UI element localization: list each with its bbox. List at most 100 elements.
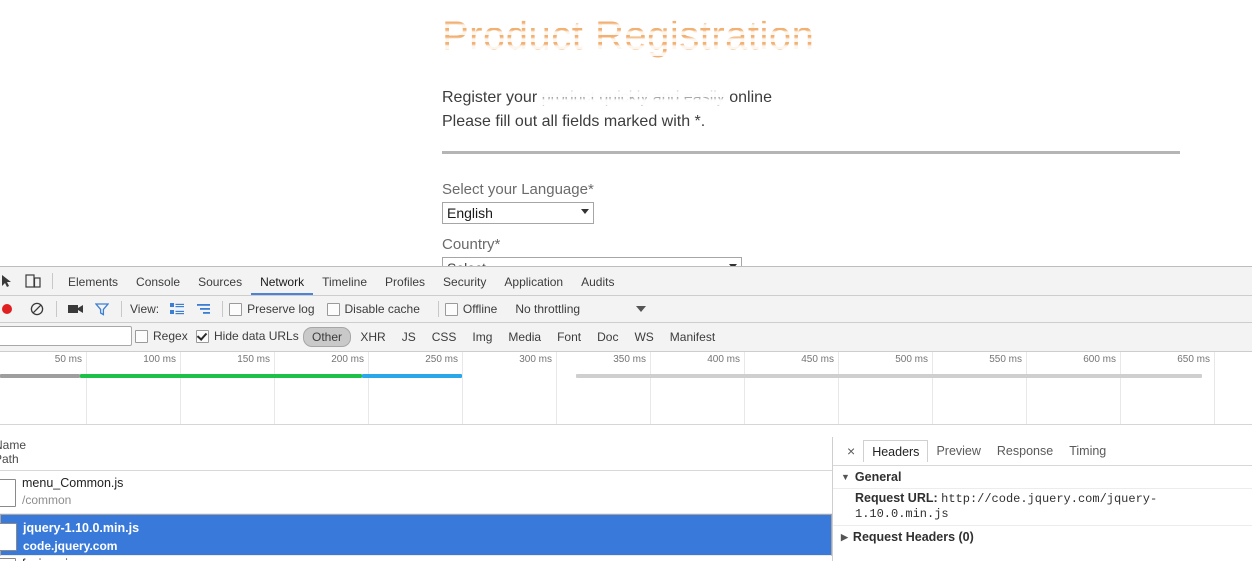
filter-type-css[interactable]: CSS (424, 328, 465, 346)
triangle-right-icon: ▶ (841, 531, 848, 542)
view-large-rows-icon[interactable] (164, 296, 190, 322)
requests-pane: Name Path menu_Common.js /common jquery-… (0, 437, 833, 561)
language-select[interactable]: English (442, 202, 594, 224)
regex-toggle[interactable]: Regex (135, 329, 188, 343)
filter-input[interactable] (0, 326, 132, 346)
checkbox-icon (196, 329, 209, 343)
file-icon (0, 523, 17, 551)
request-name: jquery-1.10.0.min.js (23, 521, 140, 535)
tab-console[interactable]: Console (127, 268, 189, 295)
details-tab-headers[interactable]: Headers (863, 440, 929, 462)
tab-security[interactable]: Security (434, 268, 495, 295)
filter-type-other[interactable]: Other (303, 327, 352, 347)
checkbox-icon (229, 302, 243, 316)
timeline-gridline (1120, 352, 1121, 424)
network-overview-timeline[interactable]: 50 ms 100 ms 150 ms 200 ms 250 ms 300 ms 350 m… (0, 352, 1252, 425)
column-header-name[interactable]: Name (0, 438, 26, 452)
device-toolbar-icon[interactable] (20, 268, 46, 294)
timeline-ruler: 50 ms 100 ms 150 ms 200 ms 250 ms 300 ms 350 m… (0, 352, 1252, 424)
subtitle-faded: product quickly and easily (541, 89, 725, 106)
tab-elements[interactable]: Elements (59, 268, 127, 295)
filter-type-img[interactable]: Img (464, 328, 500, 346)
close-icon[interactable]: × (839, 444, 863, 458)
language-select-value: English (447, 205, 493, 221)
disable-cache-toggle[interactable]: Disable cache (326, 302, 420, 316)
tab-audits[interactable]: Audits (572, 268, 623, 295)
request-name: favicon.ico (22, 557, 81, 561)
timeline-gridline (1214, 352, 1215, 424)
preserve-log-toggle[interactable]: Preserve log (229, 302, 315, 316)
request-bar-stalled (0, 374, 81, 378)
timeline-gridline (462, 352, 463, 424)
hide-data-urls-toggle[interactable]: Hide data URLs (196, 329, 299, 343)
timeline-bars (0, 374, 1252, 384)
tab-timeline[interactable]: Timeline (313, 268, 376, 295)
web-page-content: Product Registration Register your produ… (0, 0, 1252, 268)
request-headers-label: Request Headers (0) (852, 530, 974, 544)
timeline-gridline (180, 352, 181, 424)
timeline-gridline (1026, 352, 1027, 424)
details-tab-preview[interactable]: Preview (928, 442, 988, 460)
timeline-gridline (650, 352, 651, 424)
filter-type-xhr[interactable]: XHR (352, 328, 393, 346)
timeline-tick-label: 150 ms (237, 354, 270, 365)
page-subtitle: Register your product quickly and easily… (442, 89, 772, 107)
requests-header: Name Path (0, 437, 832, 471)
timeline-tick-label: 450 ms (801, 354, 834, 365)
network-body: Name Path menu_Common.js /common jquery-… (0, 437, 1252, 561)
checkbox-icon (326, 302, 340, 316)
tab-network[interactable]: Network (251, 268, 313, 295)
language-field-label: Select your Language* (442, 181, 594, 198)
page-title: Product Registration (442, 14, 815, 58)
inspect-cursor-icon[interactable] (0, 268, 20, 294)
general-label: General (854, 470, 902, 484)
offline-label: Offline (462, 302, 498, 316)
tab-application[interactable]: Application (495, 268, 572, 295)
table-row[interactable]: favicon.ico (0, 556, 832, 561)
details-tab-response[interactable]: Response (989, 442, 1061, 460)
checkbox-icon (135, 329, 148, 343)
network-toolbar: View: Preserve log Disable cache Offline (0, 296, 1252, 323)
hide-data-urls-label: Hide data URLs (214, 329, 299, 343)
request-bar-receiving (361, 374, 462, 378)
timeline-gridline (932, 352, 933, 424)
view-waterfall-icon[interactable] (190, 296, 216, 322)
checkbox-icon (444, 302, 458, 316)
details-tab-timing[interactable]: Timing (1061, 442, 1114, 460)
subtitle-suffix: online (724, 89, 772, 106)
devtools-panel: Elements Console Sources Network Timelin… (0, 266, 1252, 561)
chevron-down-icon[interactable] (636, 306, 647, 312)
record-icon[interactable] (0, 296, 20, 322)
throttling-select[interactable]: No throttling (515, 302, 580, 316)
request-path: /common (22, 493, 72, 507)
column-header-path[interactable]: Path (0, 452, 19, 466)
tab-profiles[interactable]: Profiles (376, 268, 434, 295)
timeline-tick-label: 600 ms (1083, 354, 1116, 365)
capture-screenshots-icon[interactable] (63, 296, 89, 322)
table-row[interactable]: menu_Common.js /common (0, 471, 832, 514)
clear-icon[interactable] (24, 296, 50, 322)
request-url-row: Request URL: http://code.jquery.com/jque… (833, 489, 1252, 525)
filter-type-font[interactable]: Font (549, 328, 589, 346)
offline-toggle[interactable]: Offline (444, 302, 498, 316)
timeline-tick-label: 350 ms (613, 354, 646, 365)
toolbar-divider (437, 301, 439, 317)
filter-type-doc[interactable]: Doc (589, 328, 626, 346)
filter-type-js[interactable]: JS (394, 328, 424, 346)
details-tabbar: × Headers Preview Response Timing (833, 437, 1252, 466)
table-row[interactable]: jquery-1.10.0.min.js code.jquery.com (0, 514, 832, 556)
request-headers-section-header[interactable]: ▶ Request Headers (0) (833, 525, 1252, 548)
timeline-tick-label: 550 ms (989, 354, 1022, 365)
resource-type-filters: All XHR JS CSS Img Media Font Doc WS Man… (303, 323, 723, 351)
country-field-label: Country* (442, 236, 501, 253)
filter-type-manifest[interactable]: Manifest (662, 328, 723, 346)
filter-funnel-icon[interactable] (89, 296, 115, 322)
request-name: menu_Common.js (22, 476, 124, 490)
toolbar-divider (52, 273, 53, 289)
general-section-header[interactable]: ▼ General (833, 466, 1252, 489)
tab-sources[interactable]: Sources (189, 268, 251, 295)
filter-type-ws[interactable]: WS (626, 328, 661, 346)
filter-type-media[interactable]: Media (500, 328, 549, 346)
subtitle-prefix: Register your (442, 89, 542, 106)
toolbar-divider (222, 301, 224, 317)
